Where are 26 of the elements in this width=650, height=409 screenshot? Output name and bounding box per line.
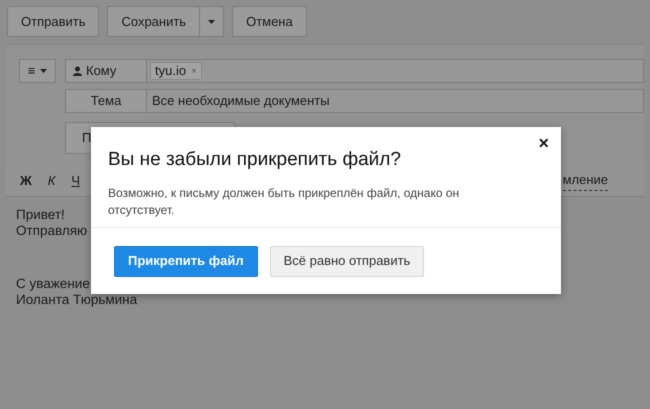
send-anyway-button[interactable]: Всё равно отправить xyxy=(270,246,424,276)
dialog-message: Возможно, к письму должен быть прикреплён файл, однако он отсутствует. xyxy=(107,185,460,219)
format-button[interactable]: Ж xyxy=(20,170,32,190)
menu-button[interactable]: ≡ xyxy=(19,59,56,83)
dialog-title: Вы не забыли прикрепить файл? xyxy=(108,149,401,171)
subject-label: Тема xyxy=(65,89,147,113)
body-line: Иоланта Тюрьмина xyxy=(16,292,138,308)
dropdown-button[interactable] xyxy=(200,6,224,37)
body-line: Привет! xyxy=(16,207,65,223)
person-icon xyxy=(73,66,82,76)
caret-icon xyxy=(40,69,48,73)
save-button[interactable]: Сохранить xyxy=(107,6,200,37)
to-field[interactable]: tyu.io × xyxy=(147,59,644,83)
format-button[interactable]: К xyxy=(48,170,56,190)
toolbar-button[interactable]: Отправить xyxy=(7,6,100,37)
caret-icon xyxy=(208,20,216,24)
to-label: Кому xyxy=(65,59,147,83)
format-link[interactable]: мление xyxy=(562,170,608,191)
subject-field[interactable]: Все необходимые документы xyxy=(147,89,644,113)
body-line: Отправляю xyxy=(16,223,88,239)
toolbar-button[interactable]: Отмена xyxy=(232,6,307,37)
format-button[interactable]: Ч xyxy=(71,170,80,190)
body-line: С уважение xyxy=(16,276,90,292)
close-button[interactable]: × xyxy=(538,135,549,151)
recipient-chip[interactable]: tyu.io × xyxy=(150,62,202,80)
attach-button[interactable]: Прикрепить файл xyxy=(114,246,258,276)
